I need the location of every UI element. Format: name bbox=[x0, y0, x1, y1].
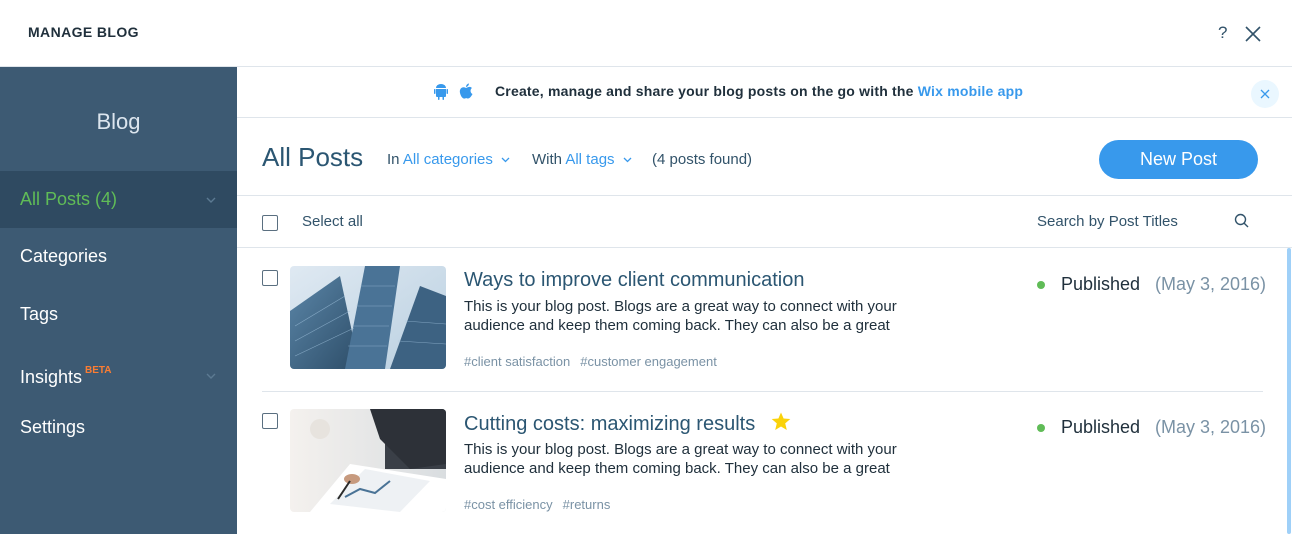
manage-blog-app: MANAGE BLOG ? Blog All Posts (4) Categor… bbox=[0, 0, 1292, 534]
chevron-down-icon bbox=[206, 197, 216, 203]
dialog-header: MANAGE BLOG ? bbox=[0, 0, 1292, 67]
posts-header: All Posts In All categories With All tag… bbox=[237, 118, 1292, 196]
post-tag[interactable]: #client satisfaction bbox=[464, 354, 570, 369]
banner-text: Create, manage and share your blog posts… bbox=[495, 83, 1023, 99]
post-checkbox[interactable] bbox=[262, 270, 278, 286]
apple-icon bbox=[459, 83, 473, 99]
sidebar-item-categories[interactable]: Categories bbox=[0, 228, 237, 285]
sidebar-item-label: All Posts (4) bbox=[20, 189, 118, 209]
sidebar-item-settings[interactable]: Settings bbox=[0, 399, 237, 456]
tag-filter-value: All tags bbox=[565, 151, 615, 168]
scrollbar[interactable] bbox=[1287, 248, 1291, 534]
search-icon[interactable] bbox=[1234, 213, 1250, 229]
beta-badge: BETA bbox=[85, 365, 112, 376]
close-icon[interactable] bbox=[1244, 25, 1262, 43]
android-icon bbox=[434, 84, 448, 100]
sidebar-item-label: Insights bbox=[20, 367, 83, 387]
banner-message: Create, manage and share your blog posts… bbox=[495, 83, 918, 99]
new-post-button[interactable]: New Post bbox=[1099, 140, 1258, 179]
chevron-down-icon bbox=[206, 373, 216, 379]
post-tags: #cost efficiency #returns bbox=[464, 497, 620, 512]
post-excerpt: This is your blog post. Blogs are a grea… bbox=[464, 298, 897, 334]
banner-close-button[interactable] bbox=[1251, 80, 1279, 108]
select-all-checkbox[interactable] bbox=[262, 215, 278, 231]
sidebar-item-tags[interactable]: Tags bbox=[0, 286, 237, 343]
post-checkbox[interactable] bbox=[262, 413, 278, 429]
sidebar-item-label: Categories bbox=[20, 246, 108, 266]
post-tags: #client satisfaction #customer engagement bbox=[464, 354, 727, 369]
help-button[interactable]: ? bbox=[1218, 23, 1227, 43]
post-date: (May 3, 2016) bbox=[1155, 274, 1267, 294]
sidebar-item-insights[interactable]: Insights BETA bbox=[0, 347, 237, 404]
sidebar-item-label: Settings bbox=[20, 417, 86, 437]
chevron-down-icon bbox=[623, 157, 632, 163]
post-row[interactable]: Cutting costs: maximizing results This i… bbox=[237, 391, 1285, 534]
post-status: Published bbox=[1061, 417, 1141, 437]
tag-filter[interactable]: With All tags bbox=[532, 151, 632, 168]
post-title-text: Cutting costs: maximizing results bbox=[464, 413, 756, 435]
post-title[interactable]: Ways to improve client communication bbox=[464, 269, 805, 292]
category-filter[interactable]: In All categories bbox=[387, 151, 510, 168]
mobile-app-banner: Create, manage and share your blog posts… bbox=[237, 67, 1292, 118]
published-status-dot bbox=[1037, 281, 1045, 289]
close-icon bbox=[1260, 89, 1270, 99]
sidebar-item-label: Tags bbox=[20, 304, 59, 324]
post-thumbnail bbox=[290, 266, 446, 369]
chevron-down-icon bbox=[501, 157, 510, 163]
sidebar-brand: Blog bbox=[96, 109, 141, 134]
posts-found-count: (4 posts found) bbox=[652, 151, 753, 168]
post-tag[interactable]: #cost efficiency bbox=[464, 497, 553, 512]
published-status-dot bbox=[1037, 424, 1045, 432]
post-tag[interactable]: #returns bbox=[563, 497, 611, 512]
dialog-title: MANAGE BLOG bbox=[28, 24, 139, 40]
sidebar: Blog All Posts (4) Categories Tags Insig… bbox=[0, 67, 237, 534]
posts-toolbar: Select all bbox=[237, 196, 1292, 248]
featured-star-icon[interactable] bbox=[771, 412, 791, 431]
post-excerpt: This is your blog post. Blogs are a grea… bbox=[464, 441, 897, 477]
post-status: Published bbox=[1061, 274, 1141, 294]
post-row[interactable]: Ways to improve client communication Thi… bbox=[237, 248, 1285, 391]
category-filter-value: All categories bbox=[402, 151, 493, 168]
search-input[interactable] bbox=[1037, 213, 1217, 230]
wix-mobile-app-link[interactable]: Wix mobile app bbox=[918, 83, 1023, 99]
post-date: (May 3, 2016) bbox=[1155, 417, 1267, 437]
tag-filter-prefix: With bbox=[532, 151, 562, 168]
select-all-label[interactable]: Select all bbox=[302, 213, 363, 230]
post-tag[interactable]: #customer engagement bbox=[580, 354, 717, 369]
sidebar-item-all-posts[interactable]: All Posts (4) bbox=[0, 171, 237, 228]
page-title: All Posts bbox=[262, 142, 364, 172]
post-title[interactable]: Cutting costs: maximizing results bbox=[464, 412, 791, 436]
post-thumbnail bbox=[290, 409, 446, 512]
category-filter-prefix: In bbox=[387, 151, 400, 168]
